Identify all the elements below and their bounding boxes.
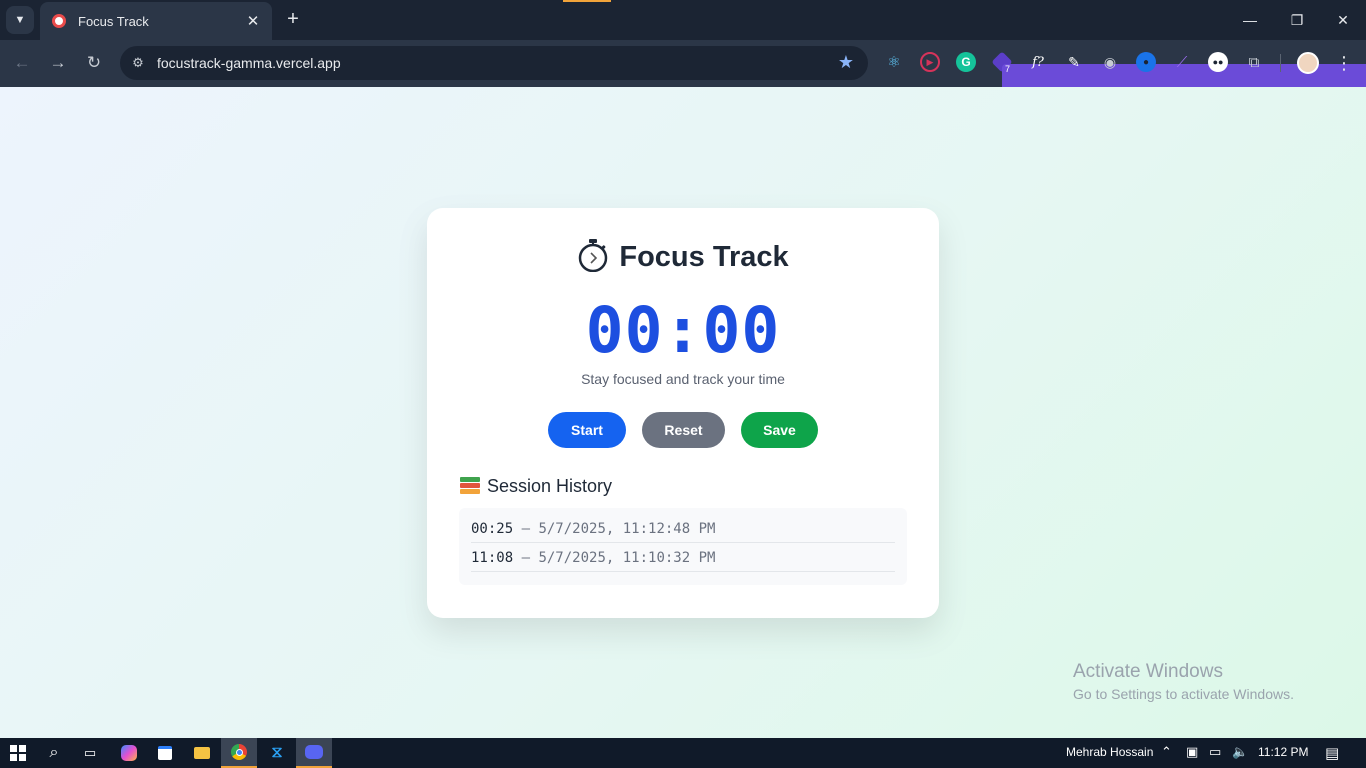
chevron-up-icon[interactable]: ⌃ xyxy=(1161,744,1172,760)
new-tab-button[interactable]: + xyxy=(282,8,304,32)
session-history-label: Session History xyxy=(487,476,613,496)
forward-button[interactable]: → xyxy=(45,50,71,76)
grammarly-icon[interactable]: G xyxy=(956,52,976,72)
quill-icon[interactable]: ⟋ xyxy=(1172,52,1192,72)
browser-tab[interactable]: Focus Track ✕ xyxy=(40,2,272,40)
stopwatch-icon xyxy=(579,239,608,273)
page-background: Focus Track 00:00 Stay focused and track… xyxy=(0,87,1366,738)
task-view-icon[interactable]: ▭ xyxy=(79,742,101,764)
list-item: 00:25 – 5/7/2025, 11:12:48 PM xyxy=(471,514,895,543)
vscode-icon[interactable]: ⧖ xyxy=(259,738,295,768)
tab-search-button[interactable]: ▼ xyxy=(6,6,34,34)
volume-icon[interactable]: 🔈 xyxy=(1232,744,1248,760)
file-explorer-icon[interactable] xyxy=(184,738,220,768)
save-button[interactable]: Save xyxy=(741,412,818,448)
toolbar-divider xyxy=(1280,54,1281,72)
chrome-taskbar-icon[interactable] xyxy=(221,738,257,768)
address-bar[interactable]: ⚙ focustrack-gamma.vercel.app ★ xyxy=(120,46,868,80)
back-button[interactable]: ← xyxy=(9,50,35,76)
reload-button[interactable]: ↻ xyxy=(81,50,107,76)
start-button[interactable]: Start xyxy=(548,412,626,448)
session-timestamp: – 5/7/2025, 11:12:48 PM xyxy=(521,521,716,537)
restore-button[interactable]: ❐ xyxy=(1279,6,1315,34)
url-text[interactable]: focustrack-gamma.vercel.app xyxy=(157,55,341,71)
profile-avatar[interactable] xyxy=(1297,52,1319,74)
tab-favicon-icon xyxy=(52,14,66,28)
search-icon[interactable]: ⌕ xyxy=(43,742,65,764)
watermark-subtitle: Go to Settings to activate Windows. xyxy=(1073,686,1294,702)
browser-ext-icon[interactable]: ● xyxy=(1136,52,1156,72)
bookmark-star-icon[interactable]: ★ xyxy=(838,52,854,73)
close-window-button[interactable]: ✕ xyxy=(1325,6,1361,34)
timer-display: 00:00 xyxy=(585,294,781,367)
close-tab-icon[interactable]: ✕ xyxy=(244,12,262,30)
browser-menu-icon[interactable]: ⋮ xyxy=(1334,50,1354,76)
network-icon[interactable]: ▭ xyxy=(1209,744,1221,760)
discord-icon[interactable] xyxy=(296,738,332,768)
copilot-icon[interactable] xyxy=(111,738,147,768)
tray-app-icon[interactable]: ▣ xyxy=(1186,744,1198,760)
chevron-down-icon: ▼ xyxy=(14,14,26,26)
browser-toolbar: ← → ↻ ⚙ focustrack-gamma.vercel.app ★ ⚛ … xyxy=(0,40,1366,91)
screenshot-icon[interactable]: ◉ xyxy=(1100,52,1120,72)
browser-tabstrip: ▼ Focus Track ✕ + ― ❐ ✕ xyxy=(0,0,1366,40)
tab-title: Focus Track xyxy=(78,13,149,29)
tray-username[interactable]: Mehrab Hossain xyxy=(1066,745,1153,759)
session-history-heading: Session History xyxy=(460,476,612,497)
books-icon xyxy=(460,476,480,497)
minimize-button[interactable]: ― xyxy=(1232,6,1268,34)
session-duration: 00:25 xyxy=(471,521,514,537)
list-item: 11:08 – 5/7/2025, 11:10:32 PM xyxy=(471,543,895,572)
windows-taskbar: ⌕ ▭ ⧖ Mehrab Hossain ⌃ ▣ ▭ 🔈 11:12 PM ▤ xyxy=(0,738,1366,768)
focus-track-card: Focus Track 00:00 Stay focused and track… xyxy=(427,208,939,618)
font-identifier-icon[interactable]: f? xyxy=(1028,52,1048,72)
session-history-list: 00:25 – 5/7/2025, 11:12:48 PM 11:08 – 5/… xyxy=(459,508,907,585)
tray-clock[interactable]: 11:12 PM xyxy=(1258,745,1308,759)
notification-icon[interactable]: ▤ xyxy=(1325,744,1339,762)
page-title: Focus Track xyxy=(427,239,939,275)
screen-recorder-icon[interactable]: ▶ xyxy=(920,52,940,72)
react-devtools-icon[interactable]: ⚛ xyxy=(884,52,904,72)
activate-windows-watermark: Activate Windows Go to Settings to activ… xyxy=(1073,661,1294,702)
windows-start-icon[interactable] xyxy=(7,742,29,764)
session-duration: 11:08 xyxy=(471,550,514,566)
watermark-title: Activate Windows xyxy=(1073,661,1223,682)
app-title-text: Focus Track xyxy=(619,241,789,273)
color-picker-icon[interactable]: ✎ xyxy=(1064,52,1084,72)
session-timestamp: – 5/7/2025, 11:10:32 PM xyxy=(521,550,716,566)
site-info-icon[interactable]: ⚙ xyxy=(128,53,148,73)
reset-button[interactable]: Reset xyxy=(642,412,725,448)
tagline-text: Stay focused and track your time xyxy=(581,371,785,387)
extensions-puzzle-icon[interactable]: ⧉ xyxy=(1244,52,1264,72)
store-icon[interactable] xyxy=(147,738,183,768)
panda-icon[interactable]: ●● xyxy=(1208,52,1228,72)
tab-accent-line xyxy=(563,0,611,2)
